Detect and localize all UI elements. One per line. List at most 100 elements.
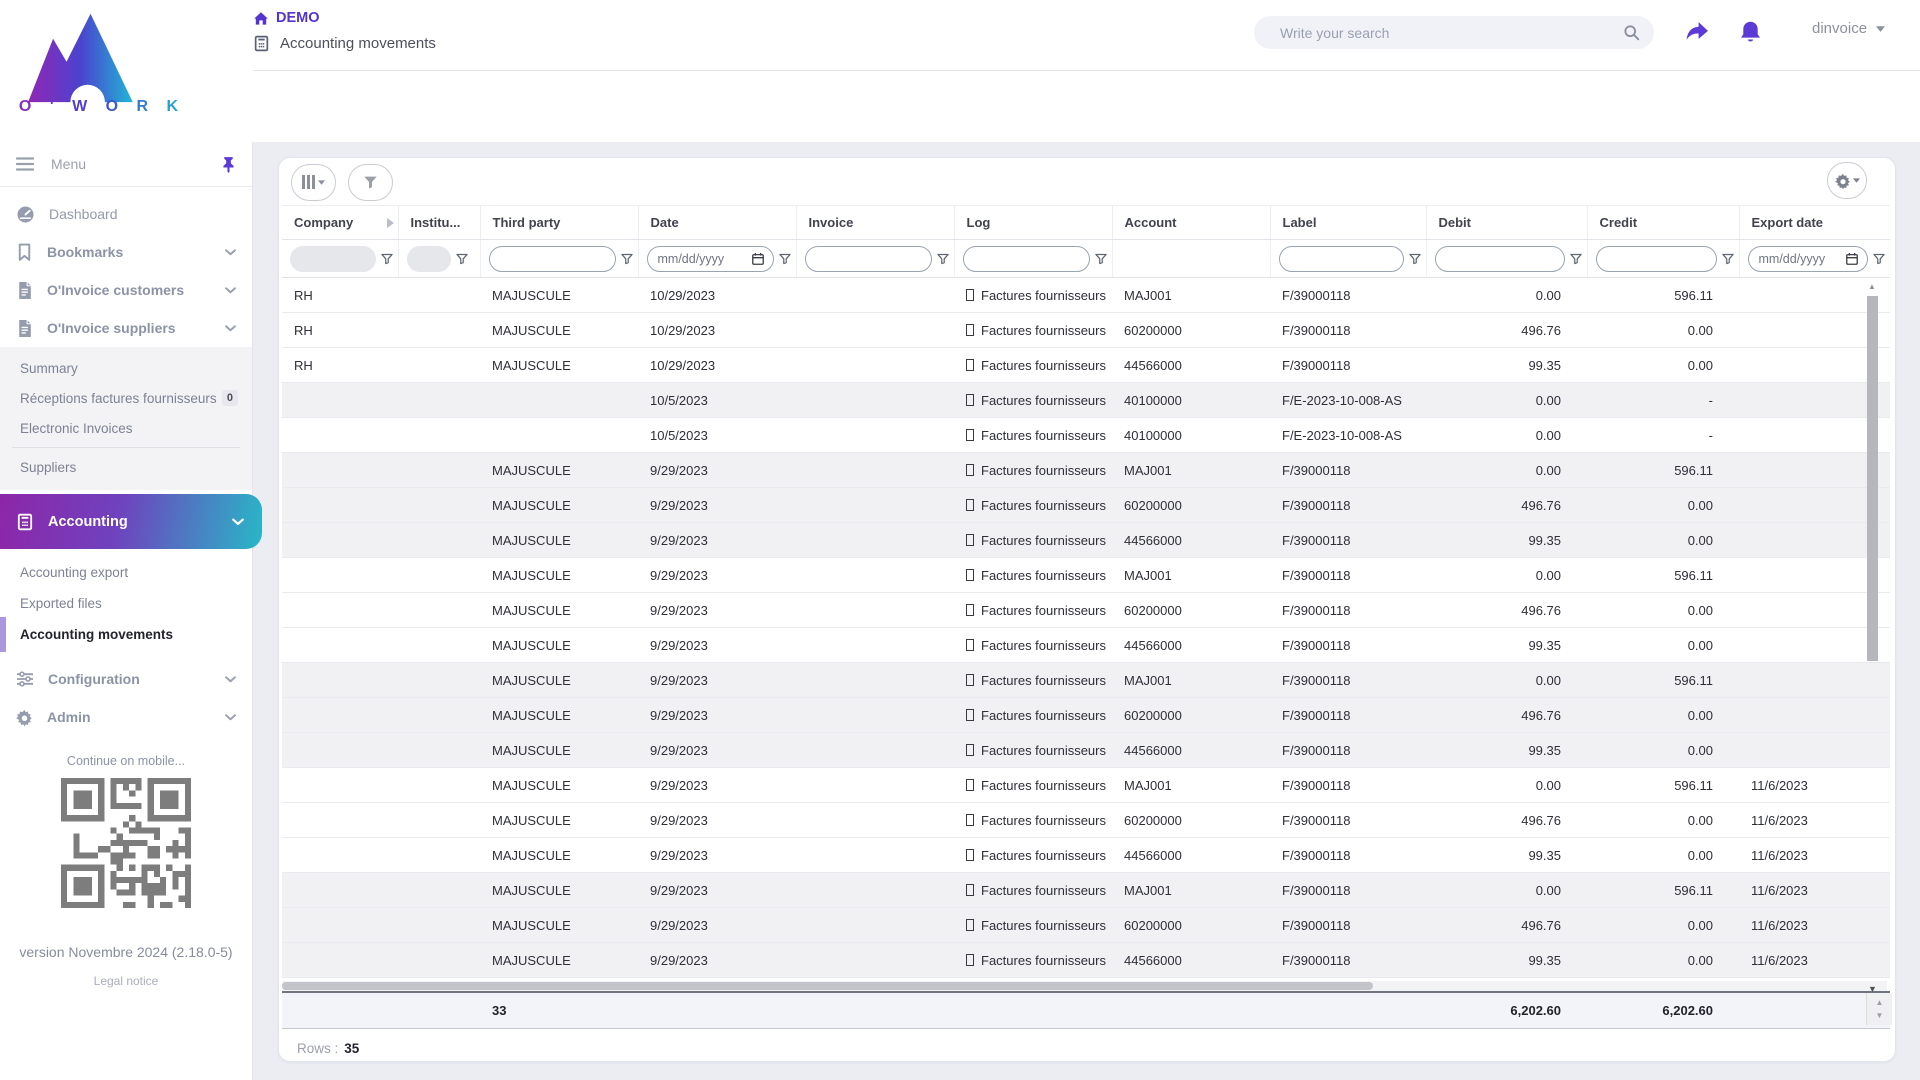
table-row[interactable]: RH MAJUSCULE 10/29/2023 Factures fournis…	[282, 278, 1890, 313]
filter-log-input[interactable]	[963, 246, 1090, 272]
col-header-log[interactable]: Log	[954, 206, 1112, 240]
cell-company	[282, 943, 398, 978]
user-menu[interactable]: dinvoice	[1812, 20, 1885, 37]
filter-invoice-input[interactable]	[805, 246, 932, 272]
table-row[interactable]: MAJUSCULE 9/29/2023 Factures fournisseur…	[282, 768, 1890, 803]
table-row[interactable]: MAJUSCULE 9/29/2023 Factures fournisseur…	[282, 943, 1890, 978]
scroll-down-icon[interactable]: ▼	[1876, 1011, 1884, 1020]
legal-notice-link[interactable]: Legal notice	[0, 974, 252, 988]
filter-funnel-icon[interactable]	[620, 252, 634, 266]
submenu-item-receptions[interactable]: Réceptions factures fournisseurs 0	[0, 383, 252, 413]
filter-third-party-input[interactable]	[489, 246, 616, 272]
filter-funnel-icon[interactable]	[1408, 252, 1422, 266]
table-row[interactable]: MAJUSCULE 9/29/2023 Factures fournisseur…	[282, 453, 1890, 488]
submenu-item-accounting-movements[interactable]: Accounting movements	[0, 619, 252, 650]
cell-date: 10/29/2023	[638, 348, 796, 383]
rows-count: 35	[344, 1041, 359, 1056]
sidebar-item-dashboard[interactable]: Dashboard	[0, 195, 252, 233]
totals-scroll-buttons[interactable]: ▲ ▼	[1866, 993, 1892, 1025]
col-header-third-party[interactable]: Third party	[480, 206, 638, 240]
table-row[interactable]: MAJUSCULE 9/29/2023 Factures fournisseur…	[282, 488, 1890, 523]
cell-third-party: MAJUSCULE	[480, 348, 638, 383]
sidebar-item-bookmarks[interactable]: Bookmarks	[0, 233, 252, 271]
table-row[interactable]: MAJUSCULE 9/29/2023 Factures fournisseur…	[282, 558, 1890, 593]
table-row[interactable]: 10/5/2023 Factures fournisseurs 40100000…	[282, 418, 1890, 453]
submenu-item-summary[interactable]: Summary	[0, 353, 252, 383]
vertical-scrollbar-thumb[interactable]	[1867, 296, 1878, 661]
sidebar-item-admin[interactable]: Admin	[0, 698, 252, 736]
table-row[interactable]: MAJUSCULE 9/29/2023 Factures fournisseur…	[282, 873, 1890, 908]
filter-button[interactable]	[348, 164, 393, 201]
table-row[interactable]: MAJUSCULE 9/29/2023 Factures fournisseur…	[282, 698, 1890, 733]
cell-invoice	[796, 663, 954, 698]
cell-institution	[398, 348, 480, 383]
sidebar-item-oinvoice-customers[interactable]: O'Invoice customers	[0, 271, 252, 309]
filter-funnel-icon[interactable]	[455, 252, 469, 266]
notifications-button[interactable]	[1733, 15, 1767, 49]
cell-date: 10/5/2023	[638, 383, 796, 418]
filter-funnel-icon[interactable]	[380, 252, 394, 266]
scroll-up-icon[interactable]: ▲	[1876, 998, 1884, 1007]
filter-funnel-icon[interactable]	[1094, 252, 1108, 266]
col-header-account[interactable]: Account	[1112, 206, 1270, 240]
col-header-company[interactable]: Company	[282, 206, 398, 240]
table-row[interactable]: MAJUSCULE 9/29/2023 Factures fournisseur…	[282, 663, 1890, 698]
table-row[interactable]: 10/5/2023 Factures fournisseurs 40100000…	[282, 383, 1890, 418]
calendar-icon[interactable]	[751, 252, 765, 266]
col-header-institution[interactable]: Institu...	[398, 206, 480, 240]
table-row[interactable]: RH MAJUSCULE 10/29/2023 Factures fournis…	[282, 313, 1890, 348]
col-header-label[interactable]: Label	[1270, 206, 1426, 240]
pin-icon[interactable]	[221, 156, 236, 173]
submenu-item-suppliers[interactable]: Suppliers	[0, 452, 252, 482]
cell-date: 9/29/2023	[638, 908, 796, 943]
horizontal-scrollbar-thumb[interactable]	[282, 982, 1373, 990]
breadcrumb-root[interactable]: DEMO	[253, 10, 436, 26]
cell-third-party: MAJUSCULE	[480, 733, 638, 768]
submenu-item-electronic-invoices[interactable]: Electronic Invoices	[0, 413, 252, 443]
col-header-debit[interactable]: Debit	[1426, 206, 1587, 240]
search-input[interactable]	[1280, 25, 1623, 41]
submenu-item-accounting-export[interactable]: Accounting export	[0, 557, 252, 588]
app-logo[interactable]: O ' W O R K	[0, 0, 253, 142]
col-header-export-date[interactable]: Export date	[1739, 206, 1890, 240]
sidebar-item-label: Dashboard	[49, 206, 118, 222]
table-row[interactable]: RH MAJUSCULE 10/29/2023 Factures fournis…	[282, 348, 1890, 383]
column-chooser-button[interactable]	[291, 164, 336, 201]
submenu-item-exported-files[interactable]: Exported files	[0, 588, 252, 619]
table-row[interactable]: MAJUSCULE 9/29/2023 Factures fournisseur…	[282, 803, 1890, 838]
col-header-invoice[interactable]: Invoice	[796, 206, 954, 240]
scroll-up-icon[interactable]: ▲	[1868, 282, 1876, 291]
table-row[interactable]: MAJUSCULE 9/29/2023 Factures fournisseur…	[282, 838, 1890, 873]
vertical-scrollbar[interactable]: ▲ ▼	[1867, 286, 1879, 986]
filter-funnel-icon[interactable]	[936, 252, 950, 266]
table-row[interactable]: MAJUSCULE 9/29/2023 Factures fournisseur…	[282, 628, 1890, 663]
sidebar-menu-toggle[interactable]: Menu	[0, 142, 252, 187]
filter-export-date-input[interactable]: mm/dd/yyyy	[1748, 246, 1869, 272]
col-header-date[interactable]: Date	[638, 206, 796, 240]
sidebar-item-configuration[interactable]: Configuration	[0, 660, 252, 698]
filter-funnel-icon[interactable]	[1569, 252, 1583, 266]
filter-label-input[interactable]	[1279, 246, 1404, 272]
table-row[interactable]: MAJUSCULE 9/29/2023 Factures fournisseur…	[282, 733, 1890, 768]
table-row[interactable]: MAJUSCULE 9/29/2023 Factures fournisseur…	[282, 593, 1890, 628]
search-icon[interactable]	[1623, 24, 1640, 41]
scroll-down-icon[interactable]: ▼	[1868, 984, 1877, 994]
cell-debit: 496.76	[1426, 488, 1587, 523]
filter-funnel-icon[interactable]	[1872, 252, 1886, 266]
share-button[interactable]	[1680, 15, 1714, 49]
sidebar-item-accounting[interactable]: Accounting	[0, 494, 262, 549]
hamburger-icon	[16, 157, 34, 171]
table-row[interactable]: MAJUSCULE 9/29/2023 Factures fournisseur…	[282, 523, 1890, 558]
filter-date-input[interactable]: mm/dd/yyyy	[647, 246, 774, 272]
filter-funnel-icon[interactable]	[778, 252, 792, 266]
col-header-credit[interactable]: Credit	[1587, 206, 1739, 240]
calendar-icon[interactable]	[1845, 252, 1859, 266]
filter-funnel-icon[interactable]	[1721, 252, 1735, 266]
table-settings-button[interactable]	[1827, 162, 1867, 199]
horizontal-scrollbar[interactable]	[282, 981, 1887, 991]
expand-column-icon[interactable]	[387, 218, 394, 228]
table-row[interactable]: MAJUSCULE 9/29/2023 Factures fournisseur…	[282, 908, 1890, 943]
sidebar-item-oinvoice-suppliers[interactable]: O'Invoice suppliers	[0, 309, 252, 347]
filter-credit-input[interactable]	[1596, 246, 1717, 272]
filter-debit-input[interactable]	[1435, 246, 1565, 272]
